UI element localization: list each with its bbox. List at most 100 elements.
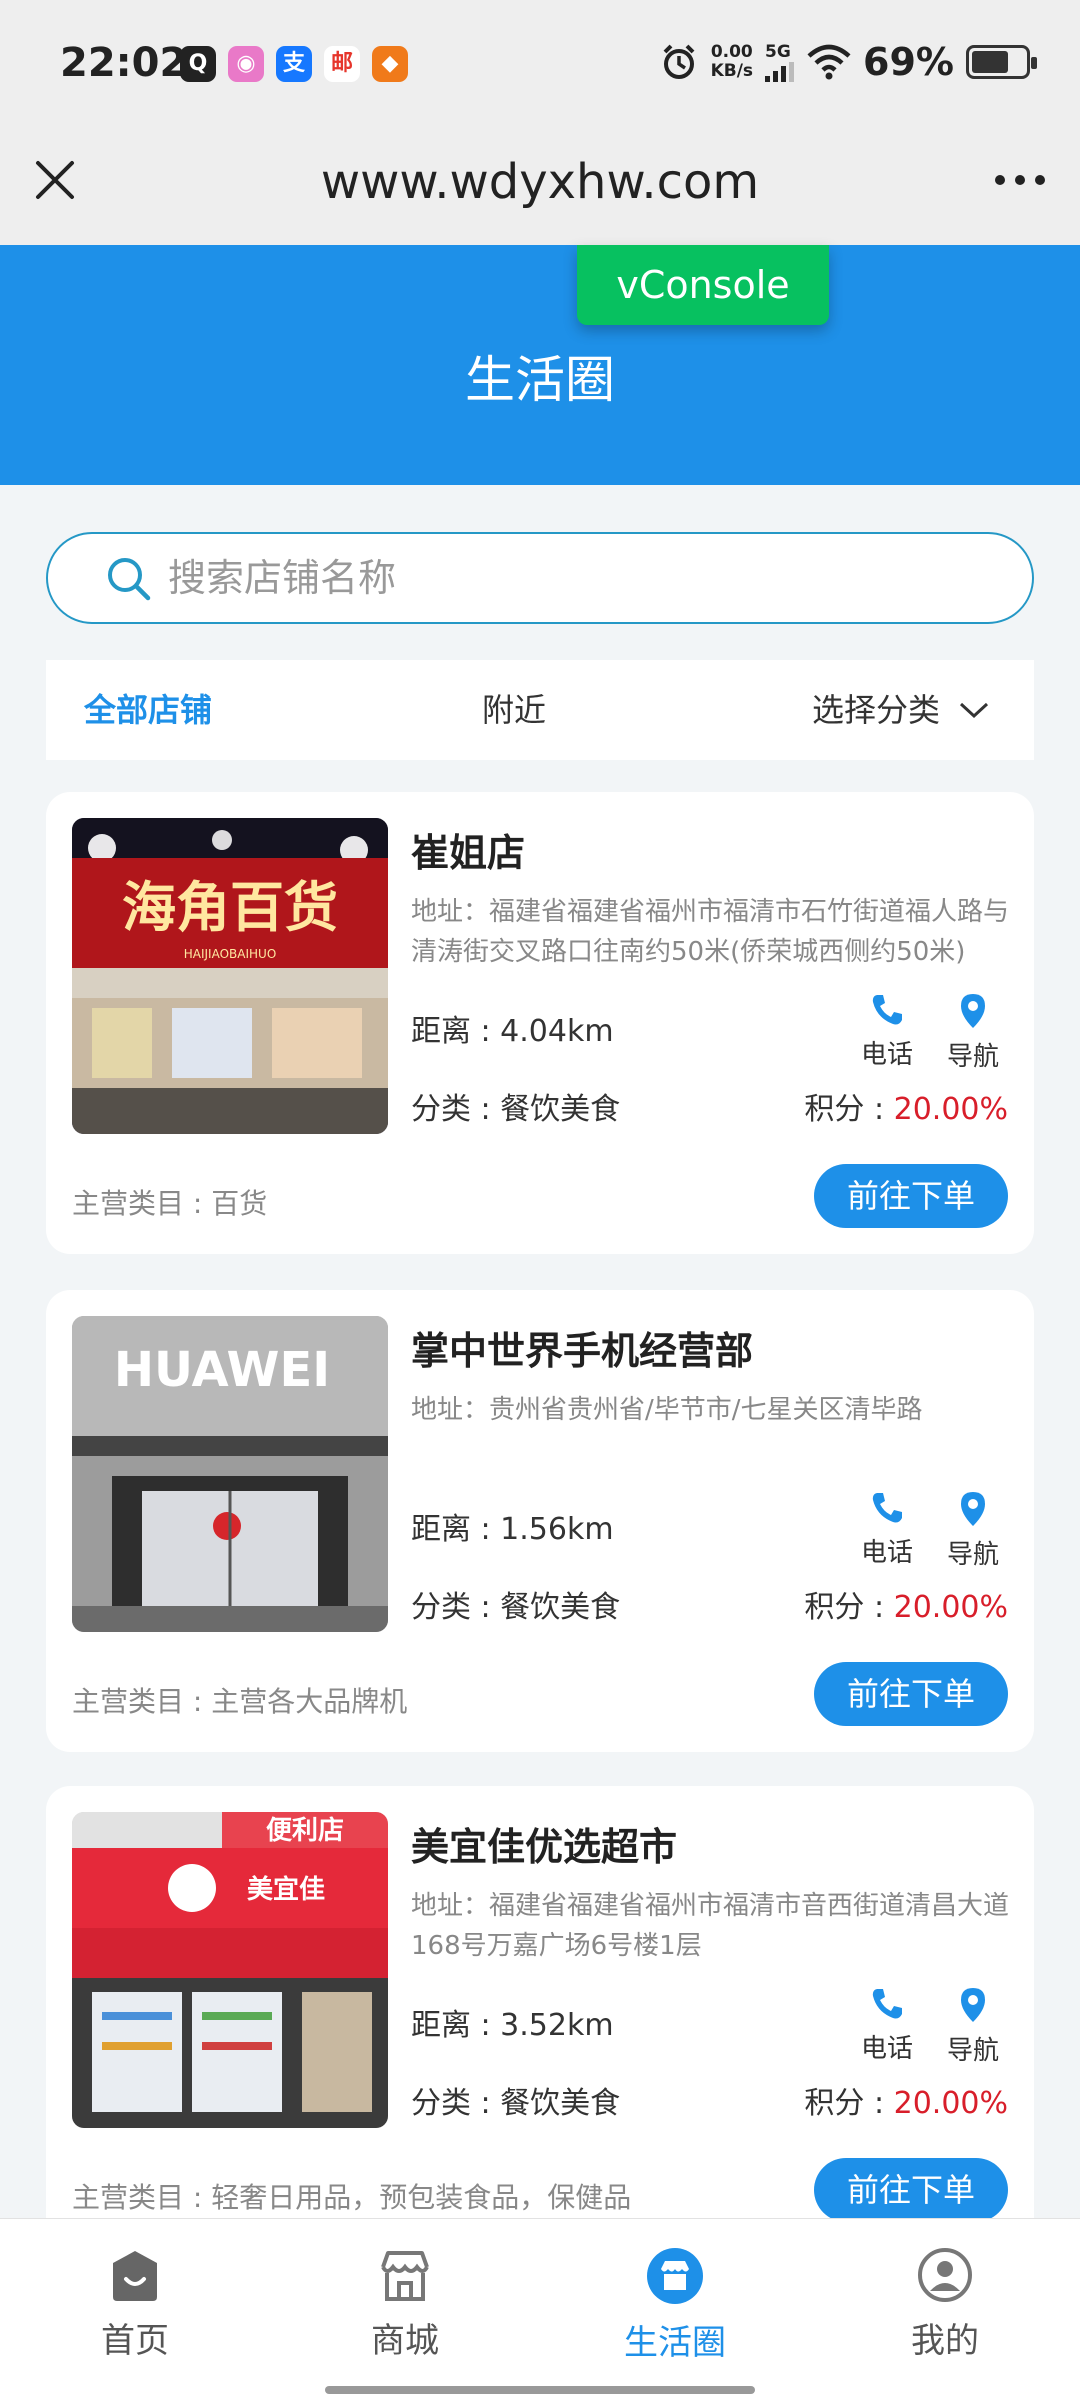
points-value: 20.00% <box>893 1092 1008 1127</box>
category-select[interactable]: 选择分类 <box>812 660 990 760</box>
store-points: 积分 : 20.00% <box>804 1084 1008 1128</box>
store-main-category: 主营类目 : 百货 <box>72 1187 268 1220</box>
alarm-icon <box>663 44 694 79</box>
category-select-label: 选择分类 <box>812 691 941 729</box>
call-button[interactable]: 电话 <box>852 1986 922 2065</box>
store-name[interactable]: 掌中世界手机经营部 <box>411 1320 753 1375</box>
points-value: 20.00% <box>893 1590 1008 1625</box>
store-address: 地址：福建省福建省福州市福清市石竹街道福人路与清涛街交叉路口往南约50米(侨荣城… <box>411 897 1010 967</box>
store-category: 分类 : 餐饮美食 <box>411 2086 621 2121</box>
store-main-category: 主营类目 : 主营各大品牌机 <box>72 1685 408 1718</box>
net-speed: 0.00 KB/s <box>711 43 753 81</box>
store-distance: 距离 : 1.56km <box>411 1512 614 1547</box>
navigate-button[interactable]: 导航 <box>938 1490 1008 1571</box>
store-sign-text: HUAWEI <box>114 1342 330 1398</box>
network-type: 5G <box>765 42 791 62</box>
store-icon <box>381 2251 429 2301</box>
navigate-button[interactable]: 导航 <box>938 992 1008 1073</box>
location-pin-icon <box>961 1492 985 1526</box>
store-sign-subtext: HAIJIAOBAIHUO <box>184 947 277 961</box>
order-button[interactable]: 前往下单 <box>814 1164 1008 1228</box>
call-button[interactable]: 电话 <box>852 1490 922 1569</box>
home-indicator <box>325 2386 755 2394</box>
location-pin-icon <box>961 994 985 1028</box>
nav-home[interactable]: 首页 <box>35 2247 235 2362</box>
order-button[interactable]: 前往下单 <box>814 1662 1008 1726</box>
status-bar: 22:02 Q ◉ 支 邮 ◆ 0.00 KB/s 5G 69% <box>0 0 1080 130</box>
store-card[interactable]: HUAWEI 掌中世界手机经营部 地址：贵州省贵州省/毕节市/七星关区清毕路 距… <box>46 1290 1034 1752</box>
search-icon <box>108 558 151 601</box>
battery-level <box>972 51 1008 73</box>
nav-profile-label: 我的 <box>911 2321 979 2361</box>
filter-bar: 全部店铺 附近 选择分类 <box>46 660 1034 760</box>
postal-icon: 邮 <box>324 46 360 82</box>
store-name[interactable]: 美宜佳优选超市 <box>411 1816 677 1871</box>
home-icon <box>113 2251 157 2301</box>
status-time: 22:02 <box>60 40 188 86</box>
store-main-category: 主营类目 : 轻奢日用品，预包装食品，保健品 <box>72 2181 632 2214</box>
points-label: 积分 : <box>804 1092 894 1127</box>
store-points: 积分 : 20.00% <box>804 2078 1008 2122</box>
store-card[interactable]: 便利店 美宜佳 美宜佳优选超市 地址：福建省福建省福州市福清市音西街道清昌大道1… <box>46 1786 1034 2248</box>
phone-icon <box>872 1989 902 2019</box>
life-circle-icon <box>647 2248 703 2304</box>
more-options-icon[interactable] <box>990 155 1050 205</box>
bottom-nav: 首页 商城 生活圈 我的 <box>0 2218 1080 2400</box>
store-card[interactable]: 海角百货 HAIJIAOBAIHUO 崔姐店 地址：福建省福建省福州市福清市石竹… <box>46 792 1034 1254</box>
store-points: 积分 : 20.00% <box>804 1582 1008 1626</box>
navigate-label: 导航 <box>946 1042 999 1072</box>
notification-icons: Q ◉ 支 邮 ◆ <box>180 46 408 82</box>
store-sign-subtext: 美宜佳 <box>247 1874 325 1905</box>
chevron-down-icon <box>959 702 989 719</box>
store-image[interactable]: 海角百货 HAIJIAOBAIHUO <box>72 818 388 1134</box>
order-button[interactable]: 前往下单 <box>814 2158 1008 2222</box>
store-sign-text: 便利店 <box>266 1816 344 1846</box>
navigate-label: 导航 <box>946 1540 999 1570</box>
store-image[interactable]: 便利店 美宜佳 <box>72 1812 388 2128</box>
phone-icon <box>872 1493 902 1523</box>
call-label: 电话 <box>860 2034 913 2064</box>
signal-icon <box>765 62 795 82</box>
tab-nearby[interactable]: 附近 <box>482 660 546 760</box>
cellular: 5G <box>765 42 795 82</box>
store-address: 地址：贵州省贵州省/毕节市/七星关区清毕路 <box>411 1395 923 1425</box>
call-button[interactable]: 电话 <box>852 992 922 1071</box>
store-sign-text: 海角百货 <box>122 875 338 939</box>
page-url: www.wdyxhw.com <box>320 154 760 210</box>
net-speed-value: 0.00 <box>710 42 753 62</box>
tab-all-stores[interactable]: 全部店铺 <box>84 660 212 760</box>
call-label: 电话 <box>860 1538 913 1568</box>
camera-app-icon: ◉ <box>228 46 264 82</box>
nav-home-label: 首页 <box>101 2321 169 2361</box>
page-title: 生活圈 <box>465 351 615 409</box>
system-status: 0.00 KB/s 5G 69% <box>659 40 1037 84</box>
navigate-button[interactable]: 导航 <box>938 1986 1008 2067</box>
vconsole-button[interactable]: vConsole <box>577 245 829 325</box>
nav-life-circle[interactable]: 生活圈 <box>575 2247 775 2364</box>
phone-icon <box>872 995 902 1025</box>
battery-percent: 69% <box>863 40 954 84</box>
wifi-icon <box>807 44 851 80</box>
points-label: 积分 : <box>804 2086 894 2121</box>
nav-life-circle-label: 生活圈 <box>624 2323 726 2363</box>
nav-profile[interactable]: 我的 <box>845 2247 1045 2362</box>
search-bar[interactable] <box>46 532 1034 624</box>
search-input[interactable] <box>168 534 988 622</box>
profile-icon <box>918 2248 972 2302</box>
qq-icon: Q <box>180 46 216 82</box>
store-category: 分类 : 餐饮美食 <box>411 1092 621 1127</box>
browser-bar: www.wdyxhw.com <box>0 130 1080 245</box>
nav-mall[interactable]: 商城 <box>305 2247 505 2362</box>
location-pin-icon <box>961 1988 985 2022</box>
store-address: 地址：福建省福建省福州市福清市音西街道清昌大道168号万嘉广场6号楼1层 <box>411 1891 1010 1961</box>
call-label: 电话 <box>860 1040 913 1070</box>
navigate-label: 导航 <box>946 2036 999 2066</box>
store-image[interactable]: HUAWEI <box>72 1316 388 1632</box>
points-label: 积分 : <box>804 1590 894 1625</box>
points-value: 20.00% <box>893 2086 1008 2121</box>
store-category: 分类 : 餐饮美食 <box>411 1590 621 1625</box>
store-distance: 距离 : 4.04km <box>411 1014 614 1049</box>
alipay-icon: 支 <box>276 46 312 82</box>
store-name[interactable]: 崔姐店 <box>411 822 525 877</box>
net-speed-unit: KB/s <box>710 61 754 81</box>
